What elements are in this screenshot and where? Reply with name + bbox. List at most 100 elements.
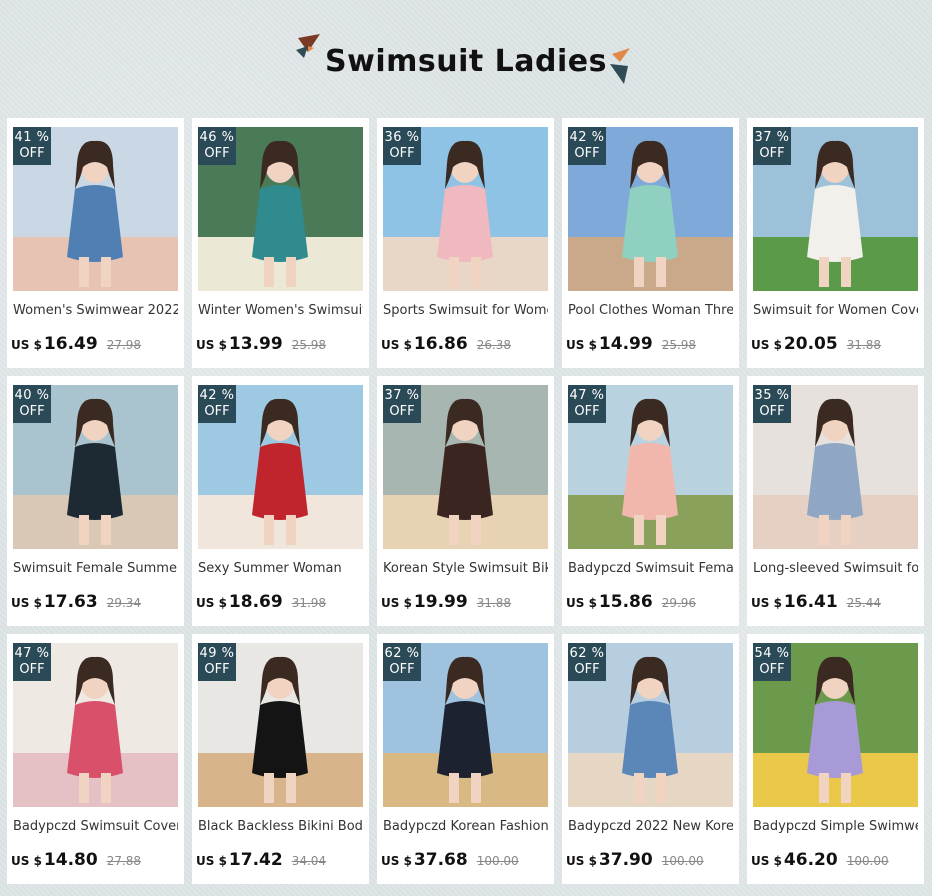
discount-badge: 37 % OFF bbox=[753, 127, 791, 165]
product-card[interactable]: 47 % OFF Badypczd Swimsuit Female US $15… bbox=[562, 376, 739, 626]
product-card[interactable]: 54 % OFF Badypczd Simple Swimwear US $46… bbox=[747, 634, 924, 884]
product-title[interactable]: Long-sleeved Swimsuit for bbox=[753, 559, 918, 579]
discount-percent: 62 % bbox=[384, 646, 420, 661]
currency-label: US $ bbox=[751, 854, 782, 868]
product-card[interactable]: 46 % OFF Winter Women's Swimsuit US $13.… bbox=[192, 118, 369, 368]
discount-percent: 37 % bbox=[754, 130, 790, 145]
product-card[interactable]: 49 % OFF Black Backless Bikini Body US $… bbox=[192, 634, 369, 884]
product-title[interactable]: Winter Women's Swimsuit bbox=[198, 301, 363, 321]
sale-price: 13.99 bbox=[228, 334, 283, 354]
discount-badge: 47 % OFF bbox=[13, 643, 51, 681]
product-card[interactable]: 41 % OFF Women's Swimwear 2022 US $16.49… bbox=[7, 118, 184, 368]
product-grid: 41 % OFF Women's Swimwear 2022 US $16.49… bbox=[7, 118, 924, 884]
product-title[interactable]: Women's Swimwear 2022 bbox=[13, 301, 178, 321]
product-title[interactable]: Badypczd 2022 New Korean bbox=[568, 817, 733, 837]
sale-price: 46.20 bbox=[783, 850, 838, 870]
currency-label: US $ bbox=[11, 338, 42, 352]
discount-off-label: OFF bbox=[204, 146, 230, 161]
discount-badge: 42 % OFF bbox=[568, 127, 606, 165]
discount-badge: 40 % OFF bbox=[13, 385, 51, 423]
page-title: Swimsuit Ladies bbox=[325, 44, 607, 79]
product-title[interactable]: Black Backless Bikini Body bbox=[198, 817, 363, 837]
sale-price: 18.69 bbox=[228, 592, 283, 612]
sale-price: 16.49 bbox=[43, 334, 98, 354]
currency-label: US $ bbox=[11, 854, 42, 868]
product-card[interactable]: 62 % OFF Badypczd 2022 New Korean US $37… bbox=[562, 634, 739, 884]
discount-off-label: OFF bbox=[759, 662, 785, 677]
sale-price: 37.68 bbox=[413, 850, 468, 870]
discount-badge: 35 % OFF bbox=[753, 385, 791, 423]
currency-label: US $ bbox=[196, 338, 227, 352]
section-header: Swimsuit Ladies bbox=[0, 0, 932, 118]
price-row: US $13.99 25.98 bbox=[196, 334, 366, 354]
product-title[interactable]: Badypczd Simple Swimwear bbox=[753, 817, 918, 837]
product-title[interactable]: Korean Style Swimsuit Bikini bbox=[383, 559, 548, 579]
price-row: US $46.20 100.00 bbox=[751, 850, 921, 870]
currency-label: US $ bbox=[566, 596, 597, 610]
product-title[interactable]: Badypczd Swimsuit Female bbox=[568, 559, 733, 579]
discount-off-label: OFF bbox=[204, 662, 230, 677]
discount-badge: 47 % OFF bbox=[568, 385, 606, 423]
discount-percent: 42 % bbox=[199, 388, 235, 403]
product-title[interactable]: Pool Clothes Woman Three- bbox=[568, 301, 733, 321]
product-card[interactable]: 40 % OFF Swimsuit Female Summer US $17.6… bbox=[7, 376, 184, 626]
discount-percent: 36 % bbox=[384, 130, 420, 145]
discount-percent: 54 % bbox=[754, 646, 790, 661]
sale-price: 14.99 bbox=[598, 334, 653, 354]
original-price: 25.98 bbox=[291, 338, 327, 352]
sale-price: 16.41 bbox=[783, 592, 838, 612]
discount-percent: 47 % bbox=[14, 646, 50, 661]
discount-percent: 41 % bbox=[14, 130, 50, 145]
price-row: US $20.05 31.88 bbox=[751, 334, 921, 354]
product-title[interactable]: Sexy Summer Woman bbox=[198, 559, 363, 579]
price-row: US $37.68 100.00 bbox=[381, 850, 551, 870]
discount-percent: 46 % bbox=[199, 130, 235, 145]
product-title[interactable]: Swimsuit Female Summer bbox=[13, 559, 178, 579]
product-card[interactable]: 37 % OFF Swimsuit for Women Cover US $20… bbox=[747, 118, 924, 368]
price-row: US $19.99 31.88 bbox=[381, 592, 551, 612]
currency-label: US $ bbox=[751, 596, 782, 610]
product-card[interactable]: 42 % OFF Pool Clothes Woman Three- US $1… bbox=[562, 118, 739, 368]
discount-badge: 49 % OFF bbox=[198, 643, 236, 681]
currency-label: US $ bbox=[381, 596, 412, 610]
discount-off-label: OFF bbox=[574, 146, 600, 161]
original-price: 100.00 bbox=[661, 854, 704, 868]
product-title[interactable]: Swimsuit for Women Cover bbox=[753, 301, 918, 321]
currency-label: US $ bbox=[566, 854, 597, 868]
product-title[interactable]: Badypczd Korean Fashion bbox=[383, 817, 548, 837]
discount-badge: 54 % OFF bbox=[753, 643, 791, 681]
original-price: 25.98 bbox=[661, 338, 697, 352]
currency-label: US $ bbox=[381, 854, 412, 868]
original-price: 27.98 bbox=[106, 338, 142, 352]
currency-label: US $ bbox=[566, 338, 597, 352]
discount-percent: 62 % bbox=[569, 646, 605, 661]
sale-price: 14.80 bbox=[43, 850, 98, 870]
product-card[interactable]: 35 % OFF Long-sleeved Swimsuit for US $1… bbox=[747, 376, 924, 626]
price-row: US $15.86 29.96 bbox=[566, 592, 736, 612]
discount-percent: 40 % bbox=[14, 388, 50, 403]
price-row: US $16.41 25.44 bbox=[751, 592, 921, 612]
discount-percent: 47 % bbox=[569, 388, 605, 403]
product-card[interactable]: 42 % OFF Sexy Summer Woman US $18.69 31.9… bbox=[192, 376, 369, 626]
original-price: 31.88 bbox=[846, 338, 882, 352]
currency-label: US $ bbox=[381, 338, 412, 352]
price-row: US $37.90 100.00 bbox=[566, 850, 736, 870]
discount-badge: 41 % OFF bbox=[13, 127, 51, 165]
product-card[interactable]: 62 % OFF Badypczd Korean Fashion US $37.… bbox=[377, 634, 554, 884]
currency-label: US $ bbox=[196, 596, 227, 610]
triangle-decoration-icon bbox=[610, 48, 630, 84]
product-card[interactable]: 47 % OFF Badypczd Swimsuit Cover US $14.… bbox=[7, 634, 184, 884]
product-card[interactable]: 37 % OFF Korean Style Swimsuit Bikini US… bbox=[377, 376, 554, 626]
product-title[interactable]: Sports Swimsuit for Women bbox=[383, 301, 548, 321]
product-title[interactable]: Badypczd Swimsuit Cover bbox=[13, 817, 178, 837]
discount-off-label: OFF bbox=[759, 404, 785, 419]
original-price: 26.38 bbox=[476, 338, 512, 352]
product-card[interactable]: 36 % OFF Sports Swimsuit for Women US $1… bbox=[377, 118, 554, 368]
discount-percent: 42 % bbox=[569, 130, 605, 145]
discount-off-label: OFF bbox=[389, 404, 415, 419]
original-price: 100.00 bbox=[476, 854, 519, 868]
discount-badge: 36 % OFF bbox=[383, 127, 421, 165]
price-row: US $16.49 27.98 bbox=[11, 334, 181, 354]
discount-off-label: OFF bbox=[574, 662, 600, 677]
original-price: 100.00 bbox=[846, 854, 889, 868]
